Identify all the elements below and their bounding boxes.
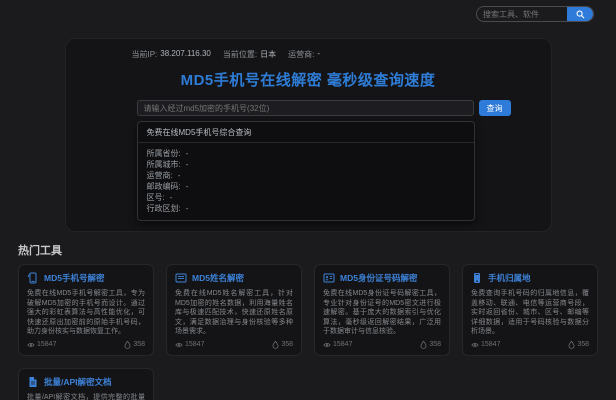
id-card-icon [323,273,335,283]
top-bar [0,0,616,26]
query-button[interactable]: 查询 [478,100,511,116]
phone-decrypt-icon [27,272,37,284]
result-header: 免费在线MD5手机号综合查询 [137,122,474,143]
result-row-isp: 运营商: - [147,170,465,181]
result-row-city: 所属城市: - [147,159,465,170]
name-list-icon [175,273,187,283]
views-icon [471,342,479,347]
card-description: 免费在线MD5姓名解密工具，针对MD5加密的姓名数据，利用海量姓名库与极速匹配技… [175,290,293,335]
result-row-areacode: 区号: - [147,192,465,203]
location-value: 日本 [260,50,277,59]
tool-card-md5-phone[interactable]: MD5手机号解密 免费在线MD5手机号解密工具，专为破解MD5加密的手机号而设计… [18,264,154,356]
tool-card-phone-location[interactable]: 手机归属地 免费查询手机号码的归属地信息，覆盖移动、联通、电信等运营商号段，实时… [462,264,598,356]
row-label: 所属城市: [146,160,181,169]
card-head: MD5手机号解密 [27,272,145,284]
search-icon [576,10,584,18]
isp-label: 运营商: [288,50,315,59]
card-description: 免费在线MD5身份证号码解密工具，专业针对身份证号的MD5密文进行极速解密。基于… [323,290,441,335]
visitor-info: 当前IP: 38.207.116.30 当前位置: 日本 运营商: - [132,49,551,60]
card-title: 批量/API解密文档 [44,376,112,387]
heat-icon [272,340,279,349]
tool-card-md5-name[interactable]: MD5姓名解密 免费在线MD5姓名解密工具，针对MD5加密的姓名数据，利用海量姓… [166,264,302,356]
card-footer: 15847 358 [471,337,589,349]
row-value: - [185,182,189,191]
row-value: - [185,160,189,169]
result-row-zipcode: 邮政编码: - [147,181,465,192]
row-value: - [169,193,173,202]
card-title: MD5身份证号码解密 [340,273,418,283]
heat-count: 358 [577,341,589,348]
row-label: 所属省份: [146,149,181,158]
isp-value: - [317,49,320,58]
mobile-icon [474,273,480,283]
views-count: 15847 [481,341,501,348]
card-head: 批量/API解密文档 [27,376,145,388]
tools-grid: MD5手机号解密 免费在线MD5手机号解密工具，专为破解MD5加密的手机号而设计… [18,264,598,400]
views-icon [175,342,183,347]
row-label: 行政区划: [146,204,181,213]
row-value: - [177,171,181,180]
views-icon [323,342,331,347]
views-count: 15847 [333,341,353,348]
ip-label: 当前IP: [131,50,158,59]
card-description: 免费在线MD5手机号解密工具，专为破解MD5加密的手机号而设计。通过强大的彩虹表… [27,290,145,335]
card-footer: 15847 358 [175,337,293,349]
views-count: 15847 [185,341,205,348]
result-rows: 所属省份: - 所属城市: - 运营商: - 邮政编码: - 区号: - 行政区… [138,143,474,220]
md5-input[interactable] [136,100,474,116]
hero-panel: 当前IP: 38.207.116.30 当前位置: 日本 运营商: - MD5手… [64,38,552,232]
location-label: 当前位置: [222,50,258,59]
search-input[interactable] [477,9,567,19]
views-count: 15847 [37,341,57,348]
tool-card-md5-idcard[interactable]: MD5身份证号码解密 免费在线MD5身份证号码解密工具，专业针对身份证号的MD5… [314,264,450,356]
heat-icon [124,340,131,349]
card-title: 手机归属地 [488,273,531,283]
heat-count: 358 [281,341,293,348]
heat-icon [568,340,575,349]
search-button[interactable] [567,7,593,21]
row-value: - [185,149,189,158]
card-head: MD5姓名解密 [175,272,293,284]
card-footer: 15847 358 [27,337,145,349]
card-head: 手机归属地 [471,272,589,284]
api-doc-icon [29,376,37,387]
card-title: MD5姓名解密 [192,273,244,283]
result-dropdown: 免费在线MD5手机号综合查询 所属省份: - 所属城市: - 运营商: - 邮政… [136,121,475,221]
result-row-province: 所属省份: - [147,148,465,159]
row-label: 运营商: [146,171,173,180]
card-title: MD5手机号解密 [44,273,105,283]
hot-tools-heading: 热门工具 [18,245,62,257]
row-label: 邮政编码: [146,182,181,191]
views-icon [27,342,35,347]
heat-icon [420,340,427,349]
card-description: 批量/API解密文档，提供完整的批量解密与API集成解决方案，支持大规模数据批量… [27,393,145,400]
site-search [476,6,594,22]
heat-count: 358 [429,341,441,348]
card-description: 免费查询手机号码的归属地信息，覆盖移动、联通、电信等运营商号段，实时返回省份、城… [471,290,589,335]
ip-value: 38.207.116.30 [160,49,211,58]
result-row-district: 行政区划: - [147,203,465,214]
query-row: 查询 [136,100,511,116]
row-label: 区号: [146,193,165,202]
card-footer: 15847 358 [323,337,441,349]
row-value: - [185,204,189,213]
page-title: MD5手机号在线解密 毫秒级查询速度 [180,72,436,89]
tool-card-api-docs[interactable]: 批量/API解密文档 批量/API解密文档，提供完整的批量解密与API集成解决方… [18,367,154,400]
heat-count: 358 [133,341,145,348]
card-head: MD5身份证号码解密 [323,272,441,284]
